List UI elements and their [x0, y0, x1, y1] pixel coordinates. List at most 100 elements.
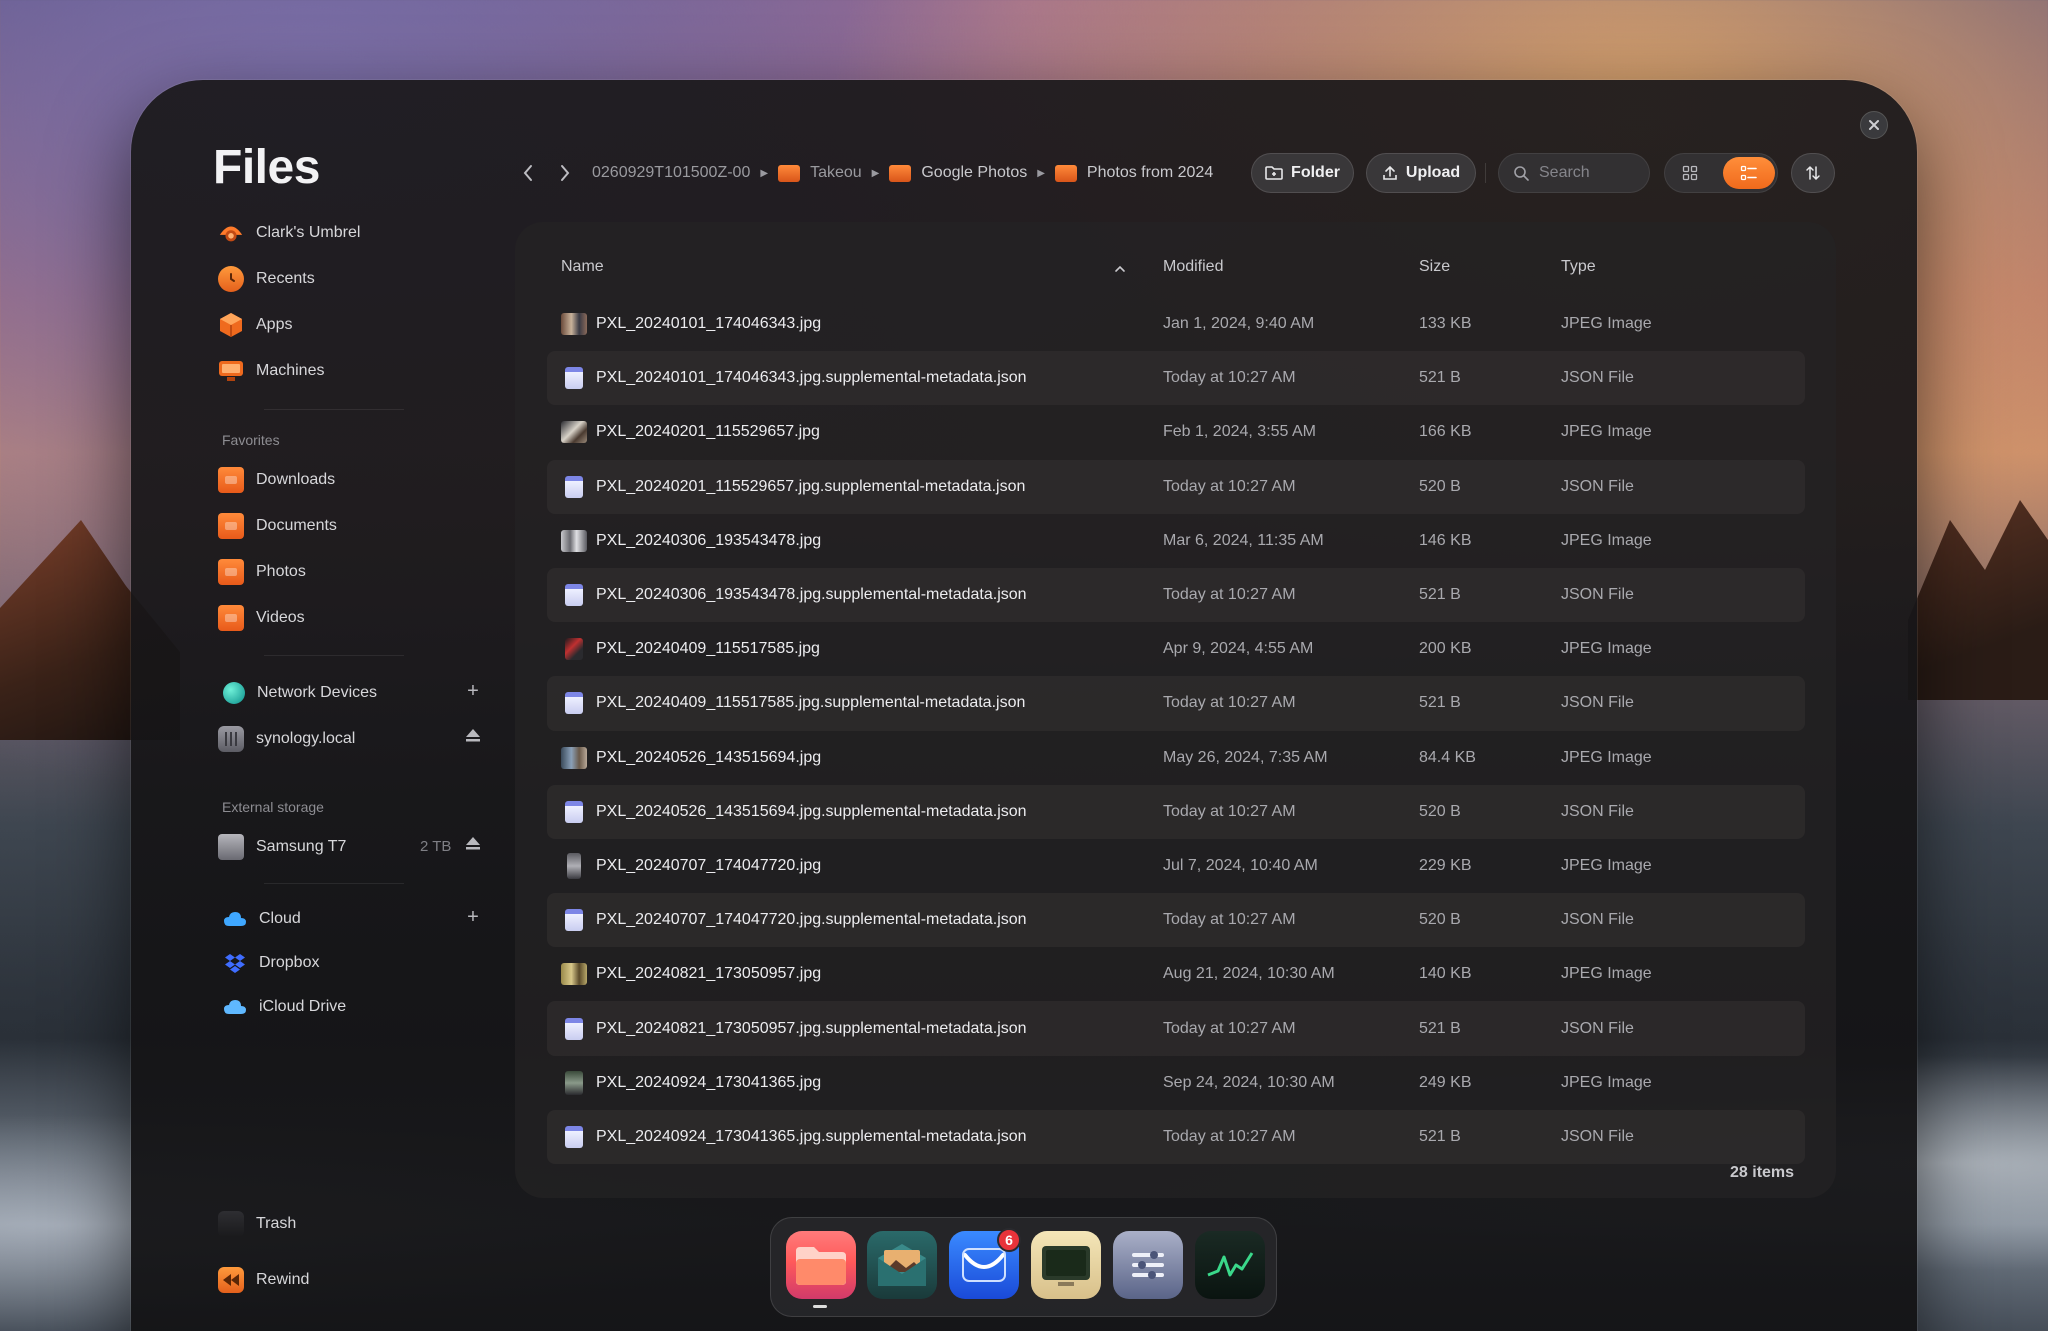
table-row[interactable]: PXL_20240101_174046343.jpg.supplemental-… [547, 351, 1805, 406]
search-field[interactable] [1498, 153, 1650, 193]
sidebar-item-label: Samsung T7 [256, 838, 347, 855]
background-mountain-right [1908, 500, 2048, 700]
sidebar-item-label: Videos [256, 609, 305, 626]
sidebar-item-downloads[interactable]: Downloads [218, 462, 488, 498]
sidebar-item-dropbox[interactable]: Dropbox [223, 945, 493, 981]
file-type: JPEG Image [1561, 1073, 1652, 1091]
close-window-button[interactable] [1860, 111, 1888, 139]
sidebar-item-label: Trash [256, 1215, 297, 1232]
file-size: 146 KB [1419, 531, 1472, 549]
eject-samsung-button[interactable] [462, 834, 484, 857]
column-header-modified[interactable]: Modified [1163, 258, 1223, 276]
json-file-icon [565, 584, 583, 607]
add-cloud-button[interactable]: + [462, 906, 484, 929]
table-row[interactable]: PXL_20240707_174047720.jpg Jul 7, 2024, … [547, 839, 1805, 893]
folder-icon [218, 467, 244, 493]
file-type: JSON File [1561, 1019, 1634, 1037]
back-button[interactable] [513, 158, 543, 188]
file-size: 200 KB [1419, 640, 1472, 658]
folder-add-icon [1265, 166, 1283, 180]
sidebar-item-documents[interactable]: Documents [218, 508, 488, 544]
sidebar-item-videos[interactable]: Videos [218, 600, 488, 636]
terminal-app-icon[interactable] [1031, 1231, 1101, 1299]
file-modified: Today at 10:27 AM [1163, 802, 1296, 820]
network-globe-icon [223, 682, 245, 704]
breadcrumb-item-archive[interactable]: 0260929T101500Z-00 [592, 164, 750, 182]
sort-button[interactable] [1791, 153, 1835, 193]
files-app-icon[interactable] [786, 1231, 856, 1299]
eject-synology-button[interactable] [462, 726, 484, 749]
table-row[interactable]: PXL_20240526_143515694.jpg May 26, 2024,… [547, 731, 1805, 785]
sidebar-item-network-devices[interactable]: Network Devices [223, 675, 493, 711]
breadcrumb-item-google-photos[interactable]: Google Photos [921, 164, 1027, 182]
table-row[interactable]: PXL_20240201_115529657.jpg.supplemental-… [547, 459, 1805, 514]
sidebar-item-rewind[interactable]: Rewind [218, 1262, 488, 1298]
file-type: JSON File [1561, 586, 1634, 604]
sidebar-item-recents[interactable]: Recents [218, 261, 488, 297]
sidebar-item-synology[interactable]: synology.local [218, 721, 488, 757]
search-input[interactable] [1539, 164, 1635, 182]
table-row[interactable]: PXL_20240924_173041365.jpg Sep 24, 2024,… [547, 1056, 1805, 1110]
table-row[interactable]: PXL_20240306_193543478.jpg.supplemental-… [547, 567, 1805, 623]
forward-button[interactable] [550, 158, 580, 188]
list-view-button[interactable] [1723, 157, 1775, 189]
table-row[interactable]: PXL_20240924_173041365.jpg.supplemental-… [547, 1109, 1805, 1164]
table-row[interactable]: PXL_20240526_143515694.jpg.supplemental-… [547, 784, 1805, 839]
table-row[interactable]: PXL_20240409_115517585.jpg.supplemental-… [547, 676, 1805, 731]
cloud-icon [223, 907, 247, 931]
sort-arrows-icon [1806, 165, 1820, 181]
table-row[interactable]: PXL_20240201_115529657.jpg Feb 1, 2024, … [547, 405, 1805, 459]
sidebar-item-trash[interactable]: Trash [218, 1206, 488, 1242]
sidebar-item-photos[interactable]: Photos [218, 554, 488, 590]
sidebar-item-machines[interactable]: Machines [218, 353, 488, 389]
sidebar-item-apps[interactable]: Apps [218, 307, 488, 343]
table-row[interactable]: PXL_20240821_173050957.jpg Aug 21, 2024,… [547, 947, 1805, 1001]
column-header-size[interactable]: Size [1419, 258, 1450, 276]
file-type: JSON File [1561, 369, 1634, 387]
sidebar-divider [264, 883, 404, 884]
activity-monitor-app-icon[interactable] [1195, 1231, 1265, 1299]
file-size: 520 B [1419, 802, 1461, 820]
table-row[interactable]: PXL_20240306_193543478.jpg Mar 6, 2024, … [547, 514, 1805, 568]
file-modified: Aug 21, 2024, 10:30 AM [1163, 965, 1335, 983]
image-thumbnail [567, 852, 581, 879]
view-mode-toggle [1664, 153, 1778, 193]
sidebar-item-label: Photos [256, 563, 306, 580]
image-thumbnail [561, 313, 587, 336]
column-header-type[interactable]: Type [1561, 258, 1596, 276]
image-thumbnail [565, 1070, 583, 1095]
table-row[interactable]: PXL_20240101_174046343.jpg Jan 1, 2024, … [547, 297, 1805, 351]
sidebar-item-cloud[interactable]: Cloud [223, 901, 493, 937]
photos-app-icon[interactable] [867, 1231, 937, 1299]
file-name: PXL_20240924_173041365.jpg [596, 1073, 822, 1091]
image-thumbnail [565, 638, 583, 661]
file-name: PXL_20240821_173050957.jpg.supplemental-… [596, 1019, 1027, 1037]
breadcrumb-item-photos-from-2024[interactable]: Photos from 2024 [1087, 164, 1213, 182]
item-count: 28 items [1730, 1164, 1795, 1181]
json-file-icon [565, 475, 583, 498]
file-modified: Today at 10:27 AM [1163, 1019, 1296, 1037]
monitor-icon [218, 358, 244, 384]
breadcrumb-separator-icon: ▶ [1037, 167, 1045, 179]
folder-icon [218, 513, 244, 539]
settings-app-icon[interactable] [1113, 1231, 1183, 1299]
table-row[interactable]: PXL_20240707_174047720.jpg.supplemental-… [547, 893, 1805, 948]
grid-view-icon [1682, 165, 1698, 181]
grid-view-button[interactable] [1677, 161, 1703, 185]
sidebar-item-icloud-drive[interactable]: iCloud Drive [223, 989, 493, 1025]
add-network-device-button[interactable]: + [462, 680, 484, 703]
table-row[interactable]: PXL_20240409_115517585.jpg Apr 9, 2024, … [547, 622, 1805, 676]
file-modified: Feb 1, 2024, 3:55 AM [1163, 423, 1316, 441]
upload-button[interactable]: Upload [1366, 153, 1476, 193]
sidebar-item-label: Network Devices [257, 684, 378, 701]
table-row[interactable]: PXL_20240821_173050957.jpg.supplemental-… [547, 1001, 1805, 1056]
new-folder-button[interactable]: Folder [1251, 153, 1354, 193]
sidebar-item-umbrel[interactable]: Clark's Umbrel [218, 215, 488, 251]
file-modified: Jul 7, 2024, 10:40 AM [1163, 856, 1318, 874]
json-file-icon [565, 800, 583, 823]
breadcrumb-item-takeout[interactable]: Takeou [810, 164, 862, 182]
folder-icon [218, 559, 244, 585]
sidebar-item-label: Downloads [256, 471, 336, 488]
column-header-name[interactable]: Name [561, 258, 604, 276]
umbrel-icon [218, 220, 244, 246]
